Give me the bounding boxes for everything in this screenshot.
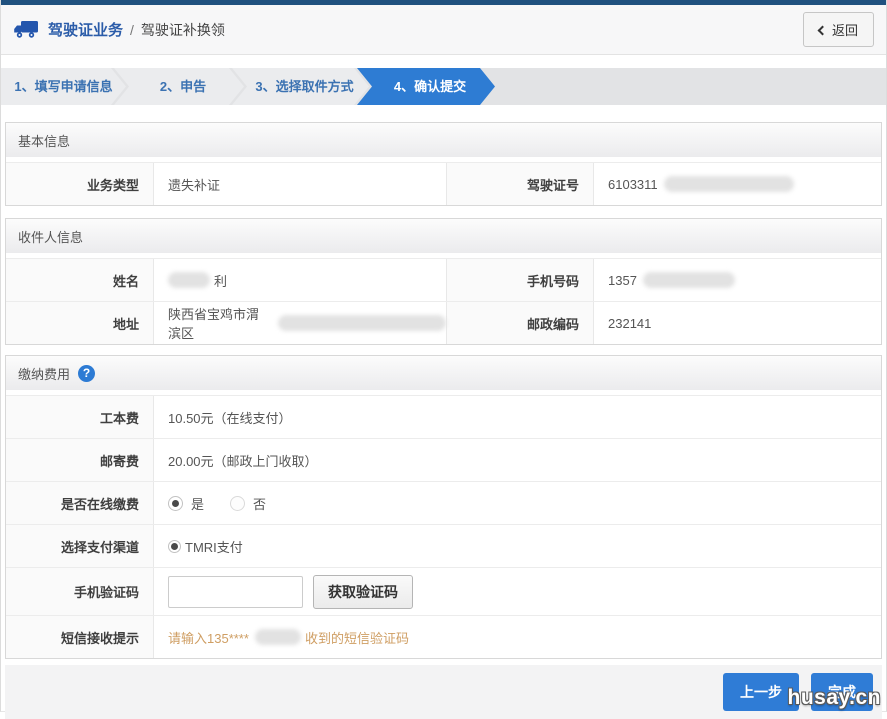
fee-value: 10.50元（在线支付） [154, 396, 881, 438]
section-payment-title: 缴纳费用 [18, 366, 71, 382]
step-tabs: 1、填写申请信息 2、申告 3、选择取件方式 4、确认提交 [1, 68, 886, 105]
main-content: 基本信息 业务类型 遗失补证 驾驶证号 6103311 收件人信息 姓名 利 手… [1, 122, 886, 659]
truck-icon [13, 19, 40, 40]
zip-value: 232141 [594, 302, 881, 344]
captcha-input[interactable] [168, 575, 303, 608]
sms-hint-label: 短信接收提示 [6, 616, 154, 658]
back-button[interactable]: 返回 [802, 12, 874, 47]
license-no-label: 驾驶证号 [446, 163, 594, 205]
section-recipient-info: 收件人信息 姓名 利 手机号码 1357 地址 陕西省宝鸡市渭滨区 邮政编码 2… [5, 218, 882, 345]
name-value: 利 [154, 259, 446, 301]
online-pay-label: 是否在线缴费 [6, 482, 154, 524]
breadcrumb-business-title: 驾驶证业务 [48, 22, 124, 39]
table-row: 姓名 利 手机号码 1357 [6, 258, 881, 301]
table-row: 是否在线缴费 是 否 [6, 481, 881, 524]
header-bar: 驾驶证业务 / 驾驶证补换领 返回 [1, 5, 886, 55]
pay-channel-label: 选择支付渠道 [6, 525, 154, 567]
section-basic-title: 基本信息 [18, 133, 71, 149]
radio-yes-label: 是 [191, 496, 205, 512]
page: 驾驶证业务 / 驾驶证补换领 返回 1、填写申请信息 2、申告 3、选择取件方式… [0, 0, 887, 719]
question-mark-icon[interactable]: ? [78, 364, 96, 382]
back-button-label: 返回 [831, 23, 858, 38]
footer-bar: 上一步 完成 [5, 665, 882, 719]
previous-step-button[interactable]: 上一步 [723, 673, 799, 711]
step-tab-2[interactable]: 2、申告 [114, 68, 244, 105]
postage-label: 邮寄费 [6, 439, 154, 481]
radio-option-no[interactable]: 否 [230, 494, 266, 513]
section-payment: 缴纳费用 ? 工本费 10.50元（在线支付） 邮寄费 20.00元（邮政上门收… [5, 355, 882, 659]
table-row: 地址 陕西省宝鸡市渭滨区 邮政编码 232141 [6, 301, 881, 344]
postage-value: 20.00元（邮政上门收取） [154, 439, 881, 481]
phone-label: 手机号码 [446, 259, 594, 301]
step-tab-4-active[interactable]: 4、确认提交 [357, 68, 495, 105]
online-pay-options: 是 否 [154, 482, 881, 524]
business-type-value: 遗失补证 [154, 163, 446, 205]
zip-label: 邮政编码 [446, 302, 594, 344]
license-no-value: 6103311 [594, 163, 881, 205]
radio-checked-icon [168, 495, 183, 511]
pay-channel-options: TMRI支付 [154, 525, 881, 567]
redaction-blur [663, 176, 794, 192]
step-tab-1[interactable]: 1、填写申请信息 [1, 68, 126, 105]
finish-button[interactable]: 完成 [811, 673, 873, 711]
redaction-blur [277, 315, 446, 331]
business-type-label: 业务类型 [6, 163, 154, 205]
radio-option-yes[interactable]: 是 [168, 494, 204, 513]
chevron-left-icon [817, 25, 828, 35]
breadcrumb-page-title: 驾驶证补换领 [140, 21, 225, 38]
sms-hint-text: 请输入135**** 收到的短信验证码 [154, 616, 881, 658]
redaction-blur [168, 272, 210, 288]
section-recipient-title: 收件人信息 [18, 229, 84, 245]
table-row: 短信接收提示 请输入135**** 收到的短信验证码 [6, 615, 881, 658]
step-tab-3[interactable]: 3、选择取件方式 [232, 68, 369, 105]
table-row: 手机验证码 获取验证码 [6, 567, 881, 615]
table-row: 邮寄费 20.00元（邮政上门收取） [6, 438, 881, 481]
table-row: 工本费 10.50元（在线支付） [6, 395, 881, 438]
section-basic-header: 基本信息 [6, 123, 881, 157]
tmri-pay-label: TMRI支付 [185, 539, 243, 555]
redaction-blur [642, 272, 735, 288]
address-label: 地址 [6, 302, 154, 344]
name-label: 姓名 [6, 259, 154, 301]
section-recipient-header: 收件人信息 [6, 219, 881, 253]
redaction-blur [254, 629, 301, 645]
table-row: 选择支付渠道 TMRI支付 [6, 524, 881, 567]
section-payment-header: 缴纳费用 ? [6, 356, 881, 390]
radio-no-label: 否 [253, 496, 267, 512]
fee-label: 工本费 [6, 396, 154, 438]
captcha-controls: 获取验证码 [154, 568, 881, 615]
radio-checked-icon [168, 539, 181, 553]
radio-unchecked-icon [230, 495, 246, 511]
phone-value: 1357 [594, 259, 881, 301]
breadcrumb-separator: / [130, 21, 134, 38]
address-value: 陕西省宝鸡市渭滨区 [154, 302, 446, 344]
radio-option-tmri[interactable]: TMRI支付 [168, 537, 243, 556]
get-captcha-button[interactable]: 获取验证码 [313, 574, 413, 609]
table-row: 业务类型 遗失补证 驾驶证号 6103311 [6, 162, 881, 205]
section-basic-info: 基本信息 业务类型 遗失补证 驾驶证号 6103311 [5, 122, 882, 206]
captcha-label: 手机验证码 [6, 568, 154, 615]
